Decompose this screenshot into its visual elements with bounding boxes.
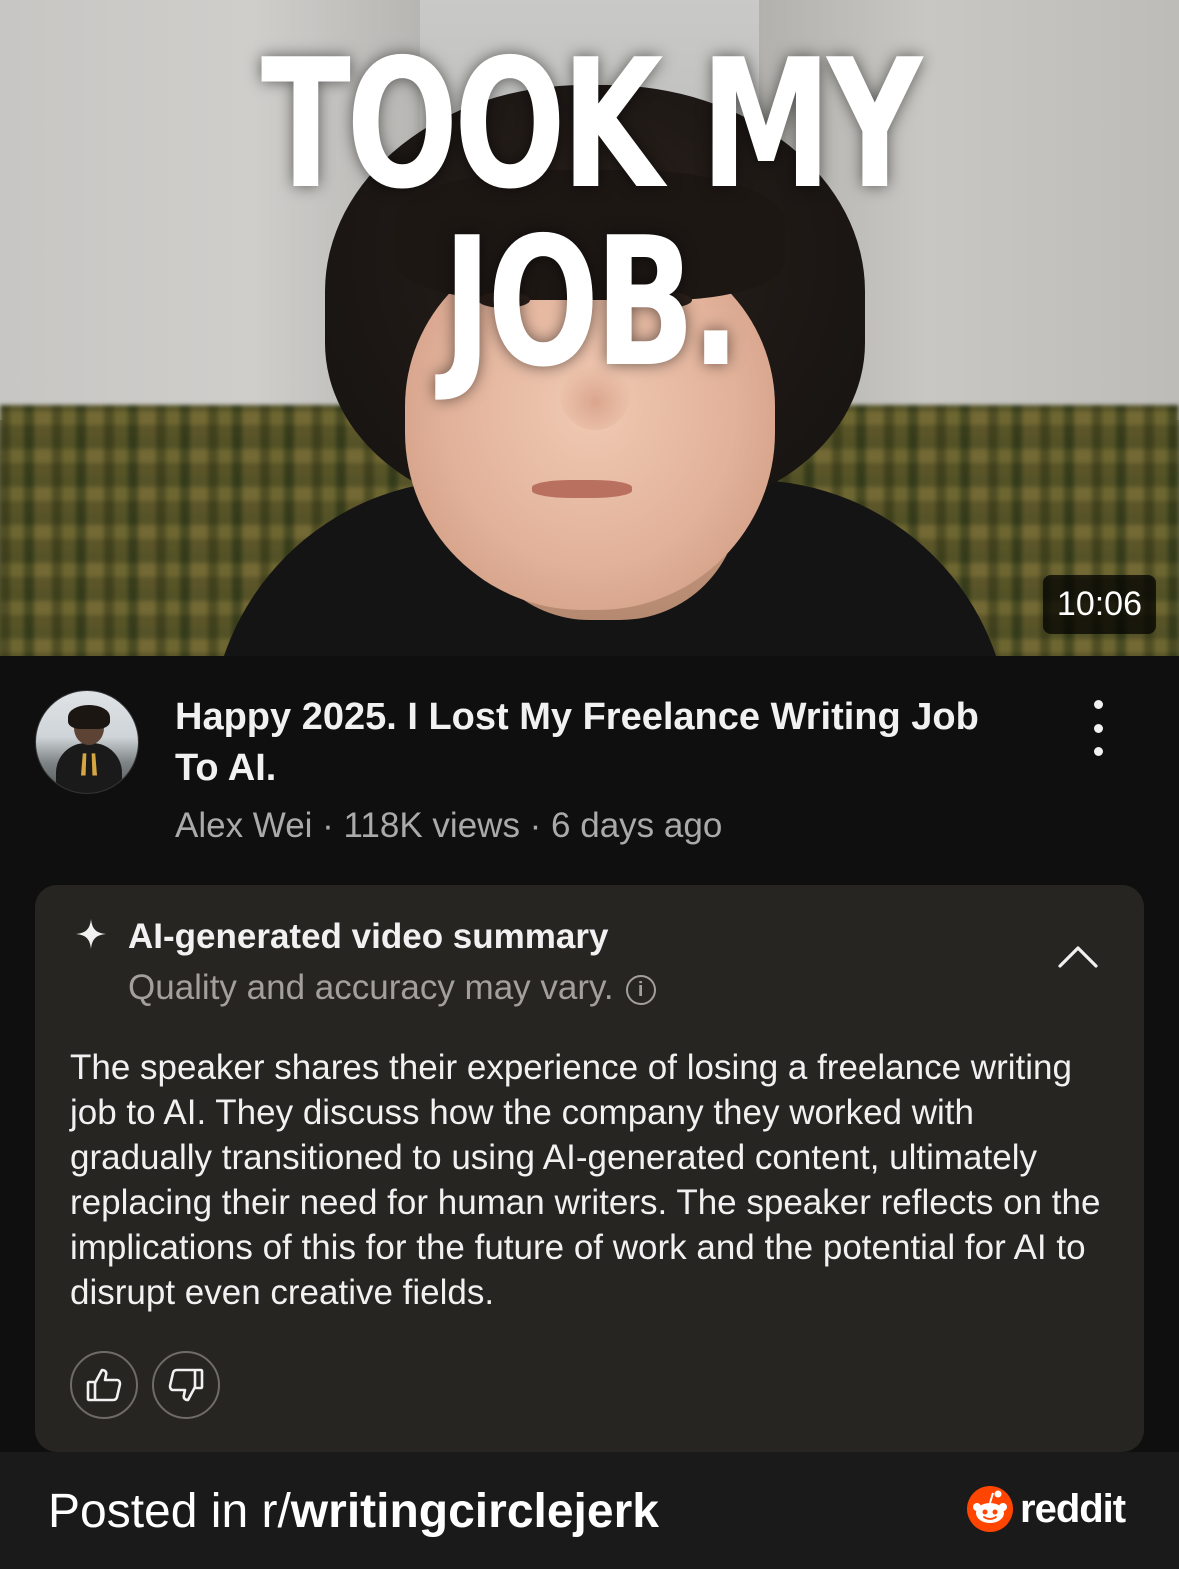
channel-avatar[interactable] bbox=[35, 690, 139, 794]
avatar-figure-hair bbox=[68, 705, 110, 729]
subreddit-name[interactable]: writingcirclejerk bbox=[291, 1485, 659, 1538]
more-vertical-icon[interactable] bbox=[1082, 700, 1114, 756]
ai-summary-card: AI-generated video summary Quality and a… bbox=[35, 885, 1144, 1452]
dislike-summary-button[interactable] bbox=[152, 1351, 220, 1419]
kebab-dot bbox=[1093, 700, 1103, 709]
video-duration-badge: 10:06 bbox=[1042, 575, 1156, 634]
avatar-figure-shirt-mark bbox=[80, 753, 98, 776]
sparkle-icon bbox=[76, 919, 106, 949]
summary-disclaimer: Quality and accuracy may vary. i bbox=[128, 968, 656, 1008]
reddit-footer: Posted in r/writingcirclejerk reddit bbox=[0, 1452, 1179, 1569]
summary-heading: AI-generated video summary bbox=[128, 917, 609, 956]
like-summary-button[interactable] bbox=[70, 1351, 138, 1419]
summary-disclaimer-text: Quality and accuracy may vary. bbox=[128, 968, 614, 1007]
posted-in-text: Posted in r/writingcirclejerk bbox=[48, 1484, 659, 1539]
reddit-snoo-icon bbox=[967, 1486, 1013, 1532]
thumbnail-person-mouth bbox=[532, 480, 632, 498]
video-title[interactable]: Happy 2025. I Lost My Freelance Writing … bbox=[175, 692, 1005, 794]
reddit-wordmark: reddit bbox=[1020, 1486, 1126, 1531]
thumbs-down-icon bbox=[168, 1368, 204, 1402]
reddit-logo: reddit bbox=[966, 1484, 1126, 1534]
screenshot-page: TOOK MY JOB. 10:06 Happy 2025. I Lost My… bbox=[0, 0, 1179, 1569]
kebab-dot bbox=[1093, 723, 1103, 733]
info-icon[interactable]: i bbox=[625, 975, 656, 1005]
thumbnail-overlay-text: TOOK MY JOB. bbox=[260, 21, 923, 406]
thumbs-up-icon bbox=[86, 1368, 122, 1402]
video-metadata: Alex Wei · 118K views · 6 days ago bbox=[175, 806, 723, 845]
kebab-dot bbox=[1093, 747, 1103, 756]
chevron-up-icon[interactable] bbox=[1057, 940, 1099, 970]
summary-body: The speaker shares their experience of l… bbox=[70, 1048, 1101, 1312]
video-thumbnail[interactable]: TOOK MY JOB. 10:06 bbox=[0, 0, 1179, 656]
posted-in-prefix: Posted in r/ bbox=[48, 1485, 291, 1538]
